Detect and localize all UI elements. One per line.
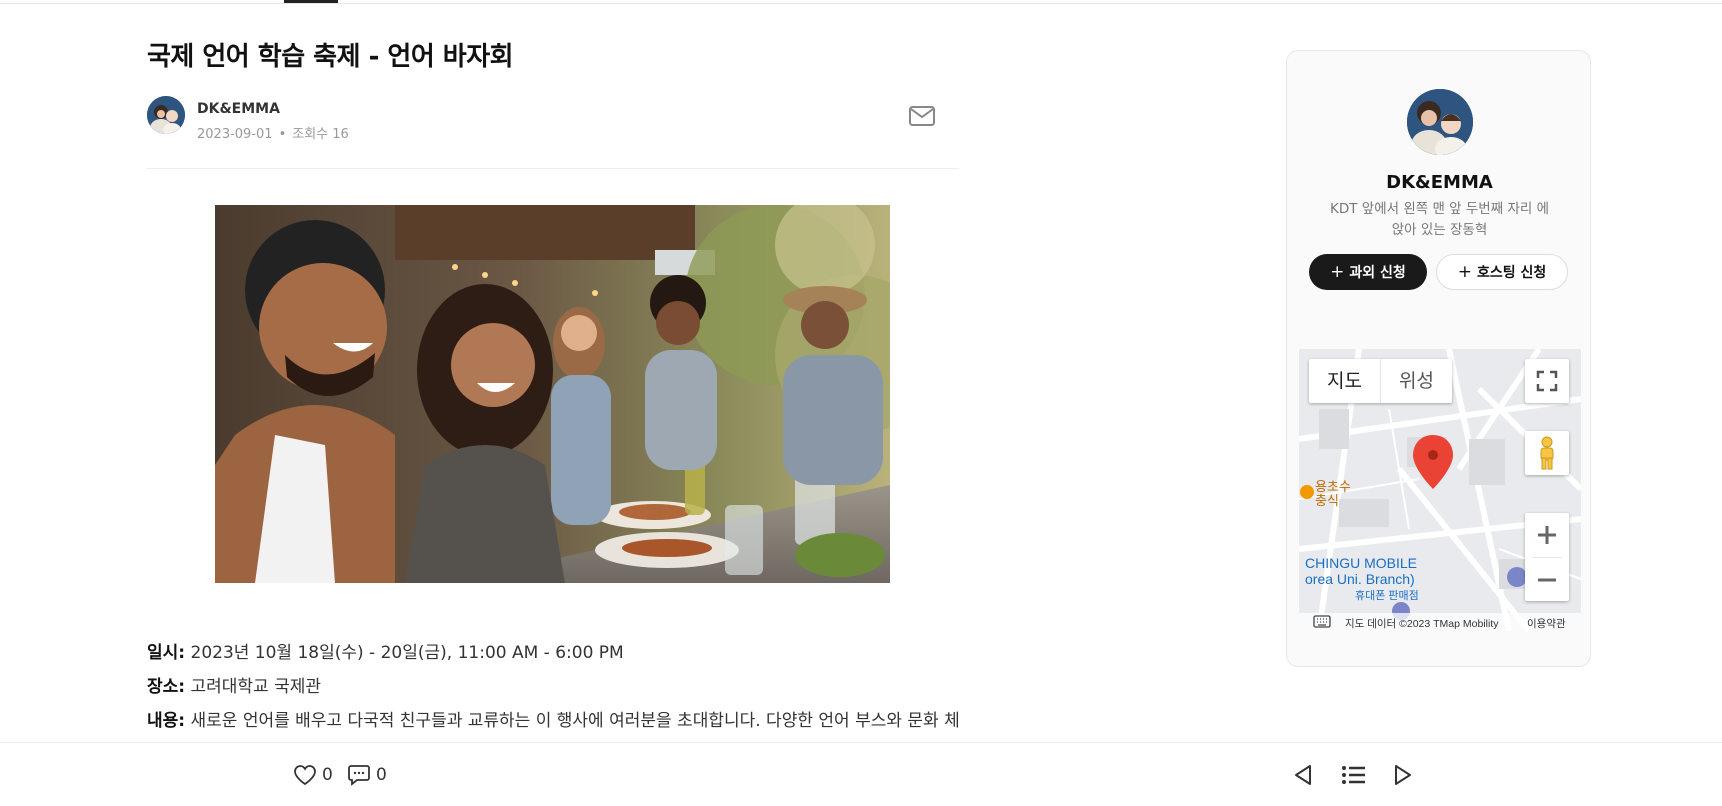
prev-icon[interactable]: [1292, 763, 1314, 787]
detail-content-label: 내용:: [147, 711, 186, 731]
profile-description: KDT 앞에서 왼쪽 맨 앞 두번째 자리 에 앉아 있는 장동혁: [1330, 201, 1549, 238]
next-icon[interactable]: [1392, 763, 1414, 787]
message-button[interactable]: [908, 104, 938, 130]
post-image: [215, 205, 890, 583]
author-name[interactable]: DK&EMMA: [197, 101, 280, 117]
map-label-shop: 휴대폰 판매점: [1355, 590, 1419, 602]
pegman-icon: [1540, 436, 1554, 470]
location-map[interactable]: 용초수 충식 CHINGU MOBILE orea Uni. Branch) 휴대폰…: [1299, 349, 1581, 631]
post-date: 2023-09-01: [197, 127, 273, 142]
comment-icon[interactable]: [347, 764, 371, 786]
profile-sidebar: DK&EMMA KDT 앞에서 왼쪽 맨 앞 두번째 자리 에 앉아 있는 장동…: [1286, 50, 1591, 667]
map-type-control: 지도 위성: [1309, 359, 1452, 403]
plus-icon: +: [1457, 261, 1472, 282]
map-type-map-button[interactable]: 지도: [1309, 359, 1380, 403]
author-row: DK&EMMA 2023-09-01 • 조회수 16: [147, 96, 959, 142]
comment-count: 0: [376, 765, 387, 785]
hosting-request-button[interactable]: + 호스팅 신청: [1436, 254, 1568, 290]
profile-avatar[interactable]: [1407, 89, 1473, 155]
bottom-action-bar: 0 0: [0, 742, 1722, 806]
zoom-out-button[interactable]: [1525, 558, 1569, 602]
post-meta: 2023-09-01 • 조회수 16: [197, 123, 349, 142]
detail-date: 일시: 2023년 10월 18일(수) - 20일(금), 11:00 AM …: [147, 638, 624, 663]
profile-actions: + 과외 신청 + 호스팅 신청: [1309, 254, 1574, 290]
heart-icon[interactable]: [293, 764, 317, 786]
zoom-in-button[interactable]: [1525, 513, 1569, 557]
meta-separator: •: [278, 127, 287, 142]
map-label-restaurant: 용초수 충식: [1315, 480, 1351, 508]
like-count: 0: [322, 765, 333, 785]
profile-name: DK&EMMA: [1386, 172, 1493, 193]
detail-content-value: 새로운 언어를 배우고 다국적 친구들과 교류하는 이 행사에 여러분을 초대합…: [185, 711, 959, 731]
fullscreen-button[interactable]: [1525, 359, 1569, 403]
list-icon[interactable]: [1341, 763, 1367, 787]
hosting-request-label: 호스팅 신청: [1476, 265, 1547, 281]
zoom-out-icon: [1538, 578, 1556, 582]
post-views: 조회수 16: [292, 127, 349, 142]
post-title: 국제 언어 학습 축제 - 언어 바자회: [147, 42, 514, 72]
map-attribution-bar: 지도 데이터 ©2023 TMap Mobility 이용약관: [1299, 613, 1581, 631]
plus-icon: +: [1330, 261, 1345, 282]
map-label-chingu: CHINGU MOBILE orea Uni. Branch): [1305, 555, 1417, 587]
map-label-chingu-line2: orea Uni. Branch): [1305, 571, 1415, 587]
detail-date-label: 일시:: [147, 643, 186, 663]
detail-content: 내용: 새로운 언어를 배우고 다국적 친구들과 교류하는 이 행사에 여러분을…: [147, 706, 959, 731]
mail-icon: [909, 106, 935, 126]
detail-place-label: 장소:: [147, 677, 186, 697]
zoom-control: [1525, 513, 1569, 601]
map-type-satellite-button[interactable]: 위성: [1379, 359, 1452, 403]
post-main: 국제 언어 학습 축제 - 언어 바자회 DK&EMMA 2023-09-01 •…: [147, 0, 959, 742]
map-attribution: 지도 데이터 ©2023 TMap Mobility: [1345, 618, 1499, 630]
detail-place-value: 고려대학교 국제관: [185, 677, 322, 697]
zoom-in-icon: [1538, 526, 1556, 544]
street-view-button[interactable]: [1525, 431, 1569, 475]
author-avatar[interactable]: [147, 96, 185, 134]
map-terms-link[interactable]: 이용약관: [1527, 616, 1566, 631]
detail-place: 장소: 고려대학교 국제관: [147, 672, 321, 697]
fullscreen-icon: [1536, 370, 1558, 392]
detail-date-value: 2023년 10월 18일(수) - 20일(금), 11:00 AM - 6:…: [185, 643, 624, 663]
tutor-request-label: 과외 신청: [1349, 265, 1406, 281]
map-label-restaurant-line1: 용초수: [1315, 479, 1351, 494]
header-divider: [147, 168, 959, 169]
map-label-restaurant-line2: 충식: [1315, 493, 1339, 508]
keyboard-icon[interactable]: [1313, 615, 1331, 628]
tutor-request-button[interactable]: + 과외 신청: [1309, 254, 1427, 290]
map-label-chingu-line1: CHINGU MOBILE: [1305, 555, 1418, 571]
